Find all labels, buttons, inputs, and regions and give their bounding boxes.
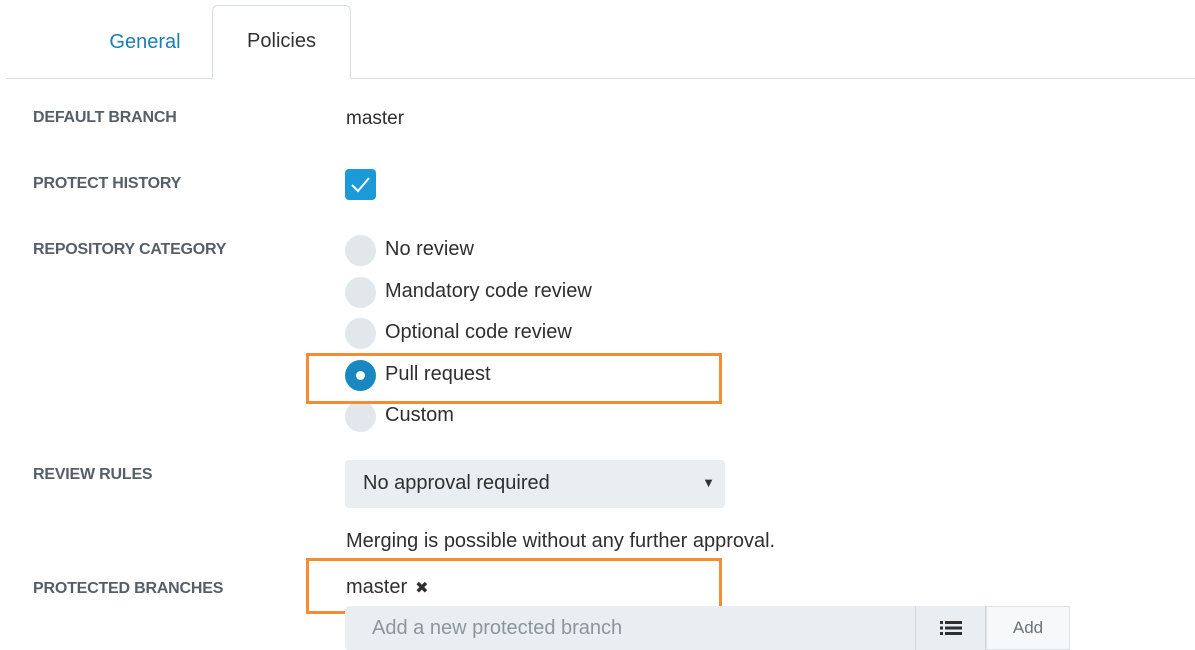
tab-bar: General Policies: [6, 0, 1195, 79]
pull-request-highlight: [306, 353, 722, 404]
tab-policies[interactable]: Policies: [212, 5, 351, 79]
review-rules-selected-value: No approval required: [363, 472, 550, 494]
radio-label: Optional code review: [385, 321, 572, 343]
radio-label: Mandatory code review: [385, 280, 592, 302]
tab-general[interactable]: General: [70, 6, 220, 78]
review-rules-select[interactable]: No approval required ▼: [345, 460, 725, 508]
protected-branches-label: PROTECTED BRANCHES: [33, 580, 224, 597]
add-button[interactable]: Add: [986, 606, 1070, 650]
radio-label: No review: [385, 238, 474, 260]
branch-list-button[interactable]: [915, 606, 986, 650]
review-rules-label: REVIEW RULES: [33, 466, 153, 483]
dropdown-arrow-icon: ▼: [702, 475, 715, 490]
default-branch-label: DEFAULT BRANCH: [33, 109, 177, 126]
list-icon: [940, 621, 962, 635]
checkmark-icon: [351, 177, 370, 193]
radio-button[interactable]: [345, 277, 376, 308]
new-protected-branch-input[interactable]: [345, 606, 915, 650]
protect-history-checkbox[interactable]: [345, 169, 376, 200]
default-branch-value: master: [346, 108, 405, 129]
radio-button[interactable]: [345, 235, 376, 266]
repository-category-label: REPOSITORY CATEGORY: [33, 241, 227, 258]
protect-history-label: PROTECT HISTORY: [33, 175, 182, 192]
radio-label: Custom: [385, 404, 454, 426]
review-rules-hint: Merging is possible without any further …: [346, 530, 776, 552]
radio-button[interactable]: [345, 401, 376, 432]
radio-button[interactable]: [345, 318, 376, 349]
